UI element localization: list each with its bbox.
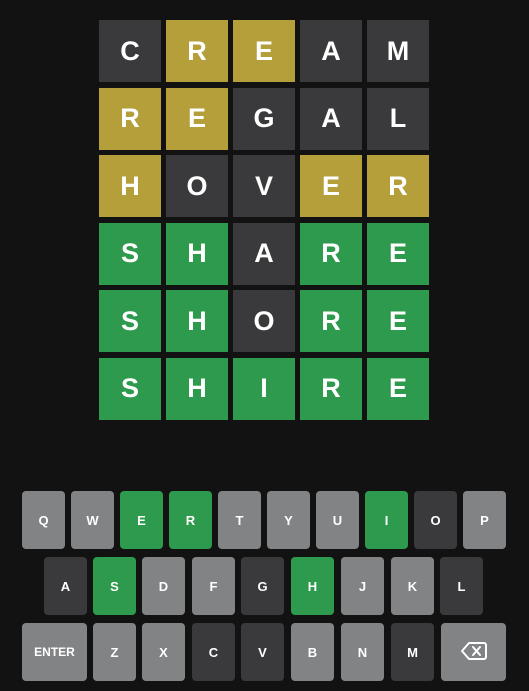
key-c[interactable]: C xyxy=(192,623,235,681)
backspace-icon xyxy=(460,641,487,664)
board-tile: E xyxy=(367,290,429,352)
backspace-key[interactable] xyxy=(441,623,506,681)
board-tile: S xyxy=(99,222,161,285)
key-v[interactable]: V xyxy=(241,623,284,681)
key-u[interactable]: U xyxy=(316,491,359,549)
key-t[interactable]: T xyxy=(218,491,261,549)
board-tile: L xyxy=(367,87,429,150)
key-n[interactable]: N xyxy=(341,623,384,681)
enter-key[interactable]: ENTER xyxy=(22,623,87,681)
board-tile: E xyxy=(300,155,362,217)
board-tile: H xyxy=(166,222,228,285)
board-tile: S xyxy=(99,357,161,420)
key-o[interactable]: O xyxy=(414,491,457,549)
board-tile: E xyxy=(166,87,228,150)
board-tile: R xyxy=(166,20,228,82)
board-tile: A xyxy=(233,222,295,285)
board-tile: A xyxy=(300,20,362,82)
board-tile: H xyxy=(166,357,228,420)
board-tile: R xyxy=(367,155,429,217)
board-tile: C xyxy=(99,20,161,82)
key-q[interactable]: Q xyxy=(22,491,65,549)
board-tile: E xyxy=(367,357,429,420)
board-tile: I xyxy=(233,357,295,420)
key-l[interactable]: L xyxy=(440,557,483,615)
board-tile: E xyxy=(367,222,429,285)
keyboard-row-2: ASDFGHJKL xyxy=(0,557,529,615)
board-tile: O xyxy=(233,290,295,352)
key-p[interactable]: P xyxy=(463,491,506,549)
board-tile: E xyxy=(233,20,295,82)
key-s[interactable]: S xyxy=(93,557,136,615)
key-e[interactable]: E xyxy=(120,491,163,549)
board-tile: R xyxy=(300,357,362,420)
board-tile: M xyxy=(367,20,429,82)
key-z[interactable]: Z xyxy=(93,623,136,681)
board-tile: H xyxy=(99,155,161,217)
key-a[interactable]: A xyxy=(44,557,87,615)
board-tile: R xyxy=(99,87,161,150)
key-k[interactable]: K xyxy=(391,557,434,615)
key-w[interactable]: W xyxy=(71,491,114,549)
board-tile: R xyxy=(300,290,362,352)
key-y[interactable]: Y xyxy=(267,491,310,549)
board-tile: O xyxy=(166,155,228,217)
key-r[interactable]: R xyxy=(169,491,212,549)
keyboard-row-1: QWERTYUIOP xyxy=(0,491,529,549)
keyboard: QWERTYUIOP ASDFGHJKL ENTER Z X C V B N M xyxy=(0,491,529,689)
keyboard-row-3: ENTER Z X C V B N M xyxy=(0,623,529,681)
game-board: CREAMREGALHOVERSHARESHORESHIRE xyxy=(99,20,429,420)
board-tile: A xyxy=(300,87,362,150)
key-x[interactable]: X xyxy=(142,623,185,681)
board-tile: S xyxy=(99,290,161,352)
key-g[interactable]: G xyxy=(241,557,284,615)
key-m[interactable]: M xyxy=(391,623,434,681)
board-tile: G xyxy=(233,87,295,150)
key-i[interactable]: I xyxy=(365,491,408,549)
key-d[interactable]: D xyxy=(142,557,185,615)
key-h[interactable]: H xyxy=(291,557,334,615)
board-tile: V xyxy=(233,155,295,217)
key-f[interactable]: F xyxy=(192,557,235,615)
board-tile: H xyxy=(166,290,228,352)
key-b[interactable]: B xyxy=(291,623,334,681)
key-j[interactable]: J xyxy=(341,557,384,615)
board-tile: R xyxy=(300,222,362,285)
